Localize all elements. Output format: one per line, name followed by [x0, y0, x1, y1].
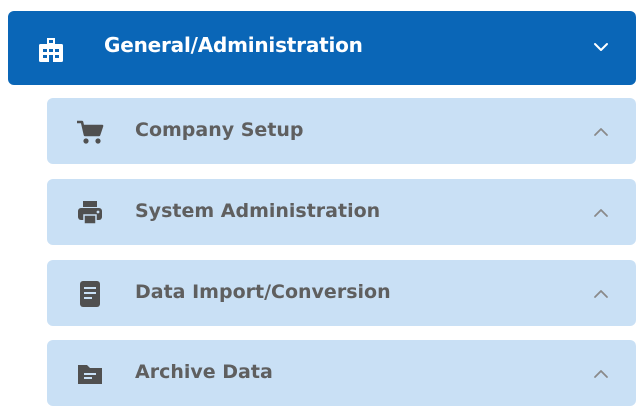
- folder-icon: [75, 360, 105, 388]
- printer-icon: [75, 199, 105, 227]
- chevron-up-icon[interactable]: [592, 285, 610, 303]
- menu-item-data-import-conversion[interactable]: Data Import/Conversion: [47, 260, 636, 326]
- chevron-down-icon[interactable]: [592, 38, 610, 56]
- menu-item-label: Company Setup: [135, 119, 304, 141]
- admin-menu: General/Administration Company Setup Sys…: [0, 0, 642, 407]
- chevron-up-icon[interactable]: [592, 123, 610, 141]
- menu-item-label: Archive Data: [135, 361, 273, 383]
- menu-item-label: System Administration: [135, 200, 381, 222]
- menu-item-archive-data[interactable]: Archive Data: [47, 340, 636, 406]
- menu-item-label: Data Import/Conversion: [135, 281, 391, 303]
- shopping-cart-icon: [75, 118, 105, 146]
- chevron-up-icon[interactable]: [592, 365, 610, 383]
- section-header-label: General/Administration: [104, 33, 363, 57]
- menu-item-company-setup[interactable]: Company Setup: [47, 98, 636, 164]
- section-header-general-administration[interactable]: General/Administration: [8, 11, 636, 85]
- building-icon: [36, 36, 66, 64]
- chevron-up-icon[interactable]: [592, 204, 610, 222]
- menu-item-system-administration[interactable]: System Administration: [47, 179, 636, 245]
- document-icon: [75, 280, 105, 308]
